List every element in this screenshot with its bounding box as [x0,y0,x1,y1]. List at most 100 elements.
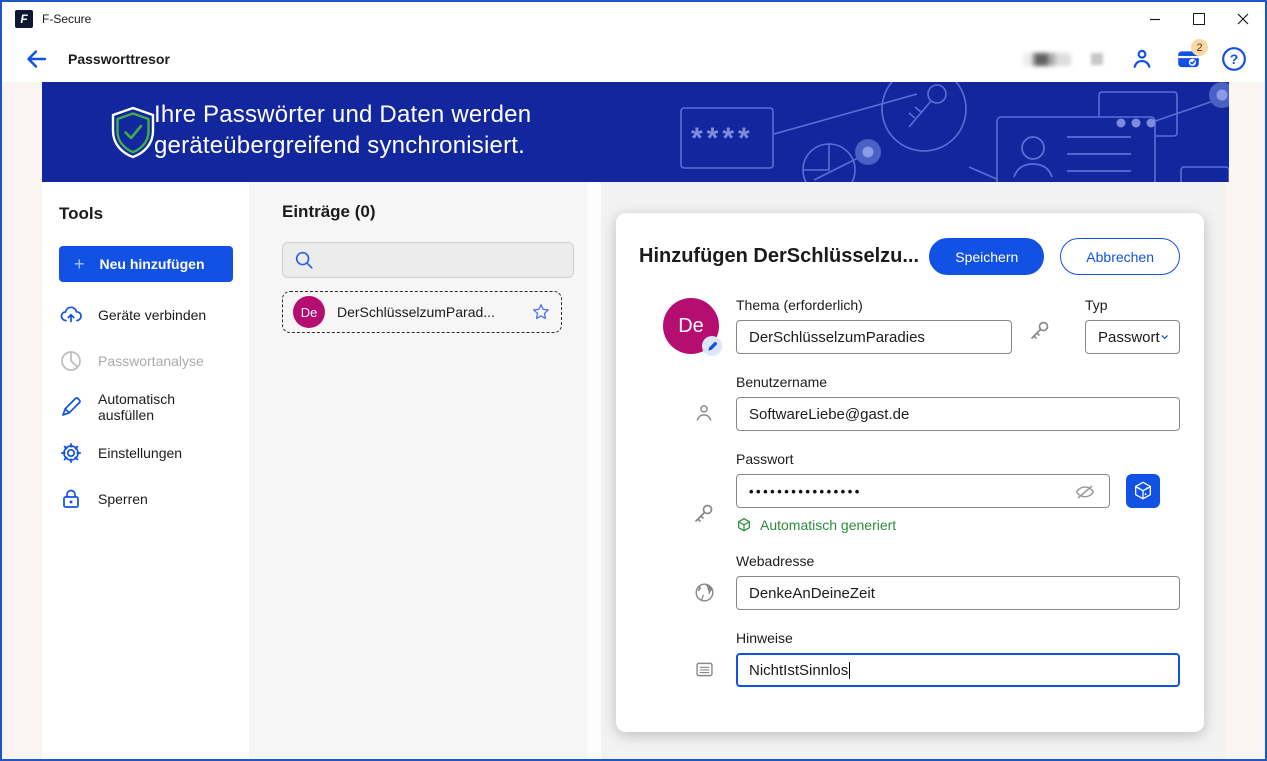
entry-list-item[interactable]: De DerSchlüsselzumParad... [282,291,562,333]
web-address-value: DenkeAnDeineZeit [749,585,875,602]
title-bar: F F-Secure [2,2,1265,36]
close-icon [1237,13,1249,25]
password-masked-value: •••••••••••••••• [749,484,862,499]
sidebar-list: Geräte verbinden Passwortanalyse Automat… [59,292,233,522]
entry-avatar-large[interactable]: De [663,298,719,354]
main-area: Tools + Neu hinzufügen Geräte verbinden [2,182,1265,759]
vault-status-button[interactable]: 2 [1175,46,1201,72]
avatar-edit-badge[interactable] [702,336,722,356]
avatar-initials: De [678,315,704,338]
close-button[interactable] [1221,2,1265,36]
deco-password-stars: **** [691,122,754,155]
help-icon: ? [1221,46,1247,72]
search-icon [293,249,315,271]
typ-value: Passwort [1098,329,1160,346]
tools-sidebar: Tools + Neu hinzufügen Geräte verbinden [42,182,249,759]
text-caret [849,662,850,679]
save-button[interactable]: Speichern [929,238,1044,275]
web-address-label: Webadresse [736,553,1180,569]
account-button[interactable] [1129,46,1155,72]
typ-label: Typ [1085,297,1180,313]
username-value: SoftwareLiebe@gast.de [749,406,909,423]
password-label: Passwort [736,451,1180,467]
cloud-upload-icon [59,303,83,327]
dialog-title: Hinzufügen DerSchlüsselzu... [639,245,919,268]
nav-bar: Passworttresor 2 [2,36,1265,82]
blurred-tray-item-small [1091,53,1103,65]
sidebar-item-label: Geräte verbinden [98,307,206,323]
notification-badge: 2 [1191,39,1208,56]
web-address-field[interactable]: DenkeAnDeineZeit [736,576,1180,610]
sync-banner-message: Ihre Passwörter und Daten werden geräteü… [154,99,734,161]
eye-off-icon [1073,479,1097,503]
notes-field[interactable]: NichtIstSinnlos [736,653,1180,687]
thema-field[interactable]: DerSchlüsselzumParadies [736,320,1012,354]
pencil-icon [707,341,718,352]
generate-password-button[interactable] [1126,474,1160,508]
dice-icon [1132,480,1154,502]
notes-icon [694,659,715,680]
window-controls [1133,2,1265,36]
sidebar-item-settings[interactable]: Einstellungen [59,430,233,476]
right-margin [1225,182,1265,759]
password-field[interactable]: •••••••••••••••• [736,474,1110,508]
notes-label: Hinweise [736,630,1180,646]
auto-generated-hint: Automatisch generiert [736,517,1180,533]
username-field[interactable]: SoftwareLiebe@gast.de [736,397,1180,431]
sidebar-item-connect-devices[interactable]: Geräte verbinden [59,292,233,338]
pie-chart-icon [59,349,83,373]
gear-icon [59,441,83,465]
entry-title: DerSchlüsselzumParad... [337,304,519,320]
minimize-icon [1149,13,1161,25]
search-input[interactable] [282,242,574,278]
entries-heading: Einträge (0) [282,202,587,222]
pen-icon [59,395,83,419]
sidebar-item-label: Automatisch ausfüllen [98,391,233,423]
password-row: Passwort •••••••••••••••• [639,451,1180,533]
sidebar-item-label: Sperren [98,491,148,507]
dialog-header: Hinzufügen DerSchlüsselzu... Speichern A… [639,238,1180,275]
plus-icon: + [74,255,85,273]
sync-banner: Ihre Passwörter und Daten werden geräteü… [42,82,1229,182]
notes-row: Hinweise NichtIstSinnlos [639,630,1180,687]
web-address-row: Webadresse DenkeAnDeineZeit [639,553,1180,610]
help-button[interactable]: ? [1221,46,1247,72]
blurred-tray-item [1023,53,1071,66]
shield-check-icon [110,106,156,160]
chevron-down-icon [1160,330,1169,344]
sidebar-item-password-analysis: Passwortanalyse [59,338,233,384]
sidebar-item-label: Einstellungen [98,445,182,461]
back-arrow-icon[interactable] [24,47,48,71]
maximize-icon [1193,13,1205,25]
page-title: Passworttresor [68,51,170,67]
username-label: Benutzername [736,374,1180,390]
thema-value: DerSchlüsselzumParadies [749,329,925,346]
username-row: Benutzername SoftwareLiebe@gast.de [639,374,1180,431]
auto-generated-text: Automatisch generiert [760,517,896,533]
add-new-label: Neu hinzufügen [100,256,205,272]
key-icon [1027,319,1051,343]
user-icon [693,402,715,424]
cancel-button[interactable]: Abbrechen [1060,238,1180,275]
banner-decoration: **** [669,82,1229,182]
svg-text:?: ? [1230,51,1239,67]
add-new-button[interactable]: + Neu hinzufügen [59,246,233,282]
toggle-password-visibility[interactable] [1073,479,1097,503]
app-window: F F-Secure Passworttresor [0,0,1267,761]
f-secure-logo-icon: F [15,10,33,28]
minimize-button[interactable] [1133,2,1177,36]
notes-value: NichtIstSinnlos [749,662,848,679]
typ-dropdown[interactable]: Passwort [1085,320,1180,354]
dice-icon-small [736,517,752,533]
scroll-gutter [587,182,601,759]
nav-right-group: 2 ? [1023,46,1247,72]
favorite-star-icon[interactable] [531,302,551,322]
sidebar-item-label: Passwortanalyse [98,353,204,369]
sidebar-item-autofill[interactable]: Automatisch ausfüllen [59,384,233,430]
person-icon [1129,46,1155,72]
thema-label: Thema (erforderlich) [736,297,1012,313]
entry-avatar: De [293,296,325,328]
maximize-button[interactable] [1177,2,1221,36]
lock-icon [59,487,83,511]
sidebar-item-lock[interactable]: Sperren [59,476,233,522]
